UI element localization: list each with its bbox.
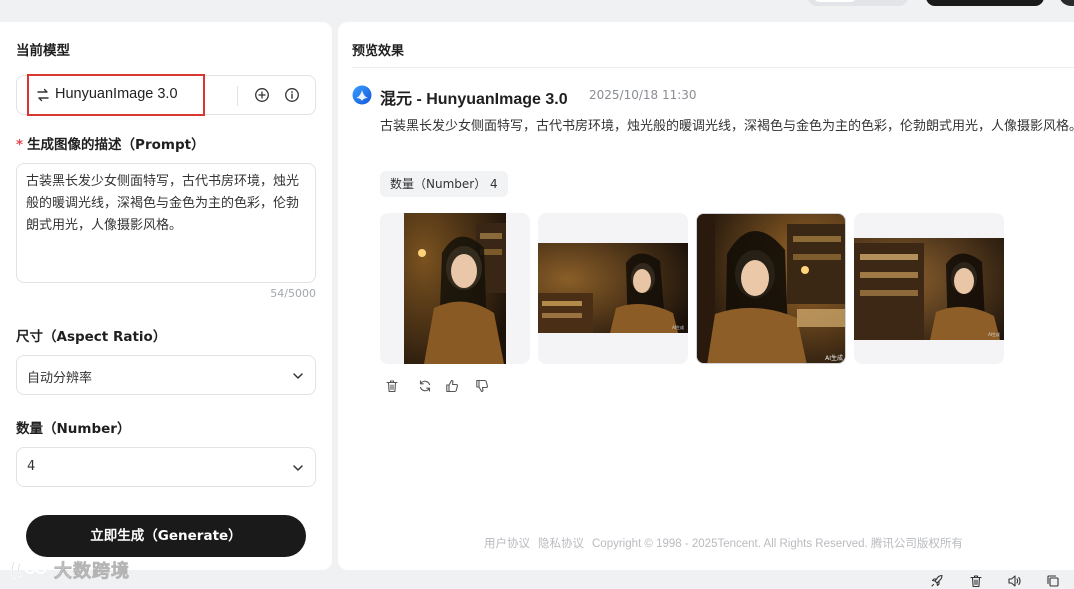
user-agreement-link[interactable]: 用户协议 [484,538,530,550]
required-mark: * [16,137,24,153]
number-value: 4 [27,459,36,474]
hunyuan-logo-icon [352,85,372,105]
result-timestamp: 2025/10/18 11:30 [589,88,697,102]
generated-image-2[interactable]: AI生成 [538,213,688,364]
thumbs-down-icon[interactable] [475,379,489,393]
rocket-icon[interactable] [930,574,944,588]
generated-image-4[interactable]: AI生成 [854,213,1004,364]
info-icon[interactable] [284,87,300,103]
chevron-down-icon [293,373,303,379]
result-title: 混元 - HunyuanImage 3.0 [380,91,568,108]
prompt-textarea[interactable]: 古装黑长发少女侧面特写，古代书房环境，烛光般的暖调光线，深褐色与金色为主的色彩，… [16,163,316,283]
char-count: 54/5000 [270,287,316,300]
number-label: 数量（Number） [16,421,131,437]
aspect-ratio-select[interactable]: 自动分辨率 [16,355,316,395]
swap-icon[interactable] [35,87,51,103]
privacy-link[interactable]: 隐私协议 [538,538,584,550]
chevron-down-icon [293,465,303,471]
portrait-image [404,213,506,364]
watermark-logo-icon [10,560,47,580]
copyright-text: Copyright © 1998 - 2025Tencent. All Righ… [592,538,963,550]
image-watermark: AI生成 [988,331,1000,337]
preview-panel: 预览效果 混元 - HunyuanImage 3.0 2025/10/18 11… [338,22,1074,570]
landscape-image: AI生成 [538,243,688,333]
add-circle-icon[interactable] [254,87,270,103]
corner-watermark: 大数跨境 [8,557,130,583]
landscape-image: AI生成 [854,238,1004,340]
model-section-label: 当前模型 [16,43,70,59]
watermark-text: 大数跨境 [54,561,130,583]
generated-image-3[interactable]: AI生成 [696,213,846,364]
divider [237,86,238,106]
avatar[interactable] [1060,0,1074,6]
footer: 用户协议 隐私协议 Copyright © 1998 - 2025Tencent. … [484,535,971,551]
top-action-button[interactable] [926,0,1044,6]
generated-image-1[interactable] [380,213,530,364]
view-toggle[interactable] [808,0,908,6]
image-watermark: AI生成 [825,354,843,362]
prompt-label: * 生成图像的描述（Prompt） [16,133,205,153]
count-chip: 数量（Number） 4 [380,171,508,197]
speaker-icon[interactable] [1007,574,1021,588]
refresh-icon[interactable] [418,379,432,393]
number-select[interactable]: 4 [16,447,316,487]
trash-icon[interactable] [969,574,983,588]
thumbs-up-icon[interactable] [445,379,459,393]
generate-button[interactable]: 立即生成（Generate） [26,515,306,557]
prompt-label-text: 生成图像的描述（Prompt） [27,137,205,153]
preview-title: 预览效果 [352,44,405,59]
model-selector[interactable]: HunyuanImage 3.0 [16,74,316,116]
aspect-ratio-value: 自动分辨率 [27,371,93,386]
divider [352,67,1074,68]
copy-icon[interactable] [1046,574,1060,588]
image-watermark: AI生成 [672,324,684,330]
result-description: 古装黑长发少女侧面特写，古代书房环境，烛光般的暖调光线，深褐色与金色为主的色彩，… [380,119,1074,134]
aspect-ratio-label: 尺寸（Aspect Ratio） [16,329,167,345]
square-image: AI生成 [697,214,845,363]
model-name[interactable]: HunyuanImage 3.0 [55,86,178,102]
settings-panel: 当前模型 HunyuanImage 3.0 * 生成图像的描述（Prompt） 古… [0,22,332,570]
trash-icon[interactable] [385,379,399,393]
